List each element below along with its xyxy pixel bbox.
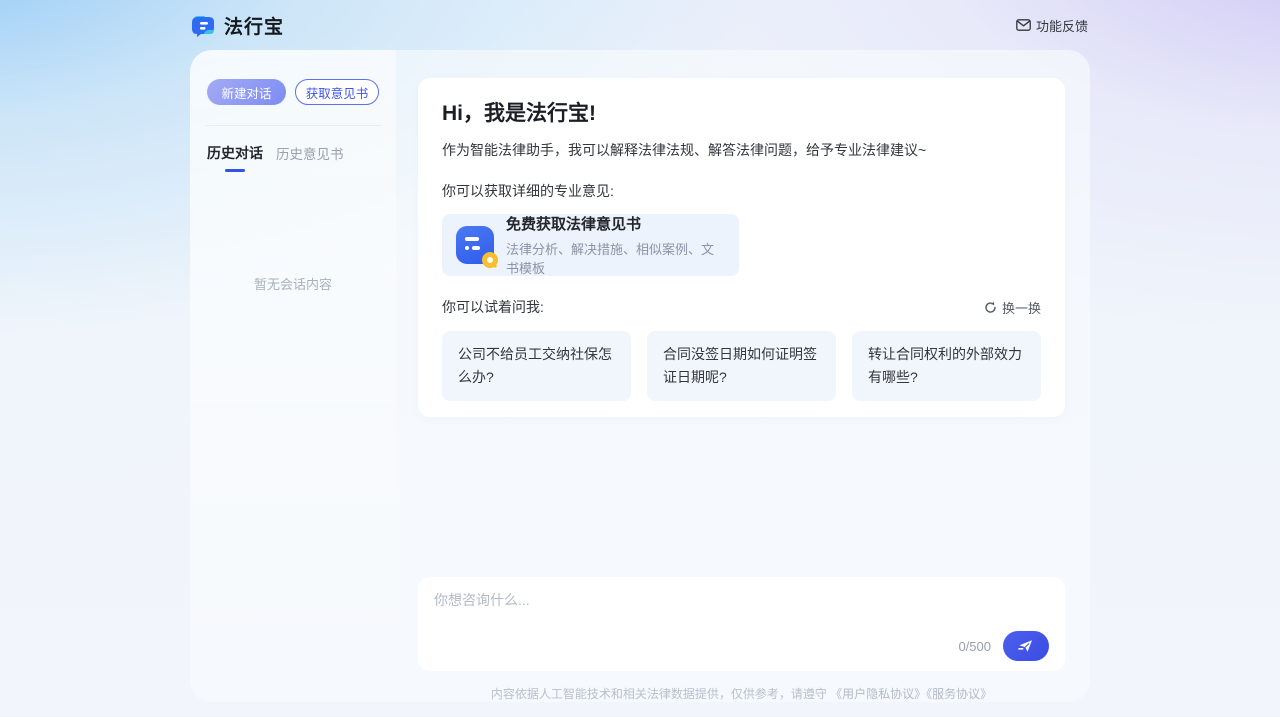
welcome-subtitle: 作为智能法律助手，我可以解释法律法规、解答法律问题，给予专业法律建议~: [442, 140, 1041, 160]
feedback-button[interactable]: 功能反馈: [1016, 16, 1088, 35]
opinion-section-label: 你可以获取详细的专业意见:: [442, 181, 1041, 201]
sidebar-divider: [205, 125, 381, 126]
sidebar-tabs: 历史对话 历史意见书: [207, 143, 379, 172]
question-card[interactable]: 转让合同权利的外部效力有哪些?: [852, 331, 1041, 401]
suggested-questions: 公司不给员工交纳社保怎么办? 合同没签日期如何证明签证日期呢? 转让合同权利的外…: [442, 331, 1041, 401]
free-opinion-card[interactable]: 免费获取法律意见书 法律分析、解决措施、相似案例、文书模板: [442, 214, 739, 276]
brand-name: 法行宝: [224, 12, 284, 39]
sidebar-empty-state: 暂无会话内容: [207, 274, 379, 293]
send-icon: [1018, 639, 1034, 653]
document-search-icon: [456, 226, 494, 264]
refresh-icon: [984, 301, 997, 314]
welcome-title: Hi，我是法行宝!: [442, 97, 1041, 127]
privacy-policy-link[interactable]: 《用户隐私协议》: [830, 687, 926, 701]
tab-history-chats[interactable]: 历史对话: [207, 143, 263, 172]
disclaimer: 内容依据人工智能技术和相关法律数据提供，仅供参考，请遵守 《用户隐私协议》《服务…: [418, 671, 1065, 702]
message-input[interactable]: [434, 590, 1049, 631]
refresh-questions-button[interactable]: 换一换: [984, 298, 1041, 317]
terms-link[interactable]: 《服务协议》: [926, 687, 992, 701]
refresh-label: 换一换: [1002, 298, 1041, 317]
feedback-label: 功能反馈: [1036, 16, 1088, 35]
disclaimer-text: 内容依据人工智能技术和相关法律数据提供，仅供参考，请遵守: [491, 687, 830, 701]
top-bar: 法行宝 功能反馈: [0, 0, 1280, 50]
composer-card: 0/500: [418, 577, 1065, 671]
envelope-icon: [1016, 19, 1031, 31]
char-counter: 0/500: [958, 639, 991, 654]
question-card[interactable]: 公司不给员工交纳社保怎么办?: [442, 331, 631, 401]
main-panel: 新建对话 获取意见书 历史对话 历史意见书 暂无会话内容 Hi，我是法行宝! 作…: [190, 50, 1090, 702]
brand: 法行宝: [190, 12, 284, 39]
question-card[interactable]: 合同没签日期如何证明签证日期呢?: [647, 331, 836, 401]
opinion-card-title: 免费获取法律意见书: [506, 213, 725, 234]
ask-section-label: 你可以试着问我:: [442, 297, 544, 317]
opinion-card-desc: 法律分析、解决措施、相似案例、文书模板: [506, 239, 725, 277]
send-button[interactable]: [1003, 631, 1049, 661]
sidebar: 新建对话 获取意见书 历史对话 历史意见书 暂无会话内容: [190, 50, 396, 702]
opinion-card-text: 免费获取法律意见书 法律分析、解决措施、相似案例、文书模板: [506, 213, 725, 277]
new-chat-button[interactable]: 新建对话: [207, 79, 286, 105]
welcome-card: Hi，我是法行宝! 作为智能法律助手，我可以解释法律法规、解答法律问题，给予专业…: [418, 78, 1065, 417]
chat-area: Hi，我是法行宝! 作为智能法律助手，我可以解释法律法规、解答法律问题，给予专业…: [396, 50, 1090, 702]
get-opinion-button[interactable]: 获取意见书: [295, 79, 379, 105]
brand-logo-icon: [190, 12, 217, 39]
chat-spacer: [418, 417, 1065, 577]
tab-history-opinions[interactable]: 历史意见书: [276, 143, 344, 172]
